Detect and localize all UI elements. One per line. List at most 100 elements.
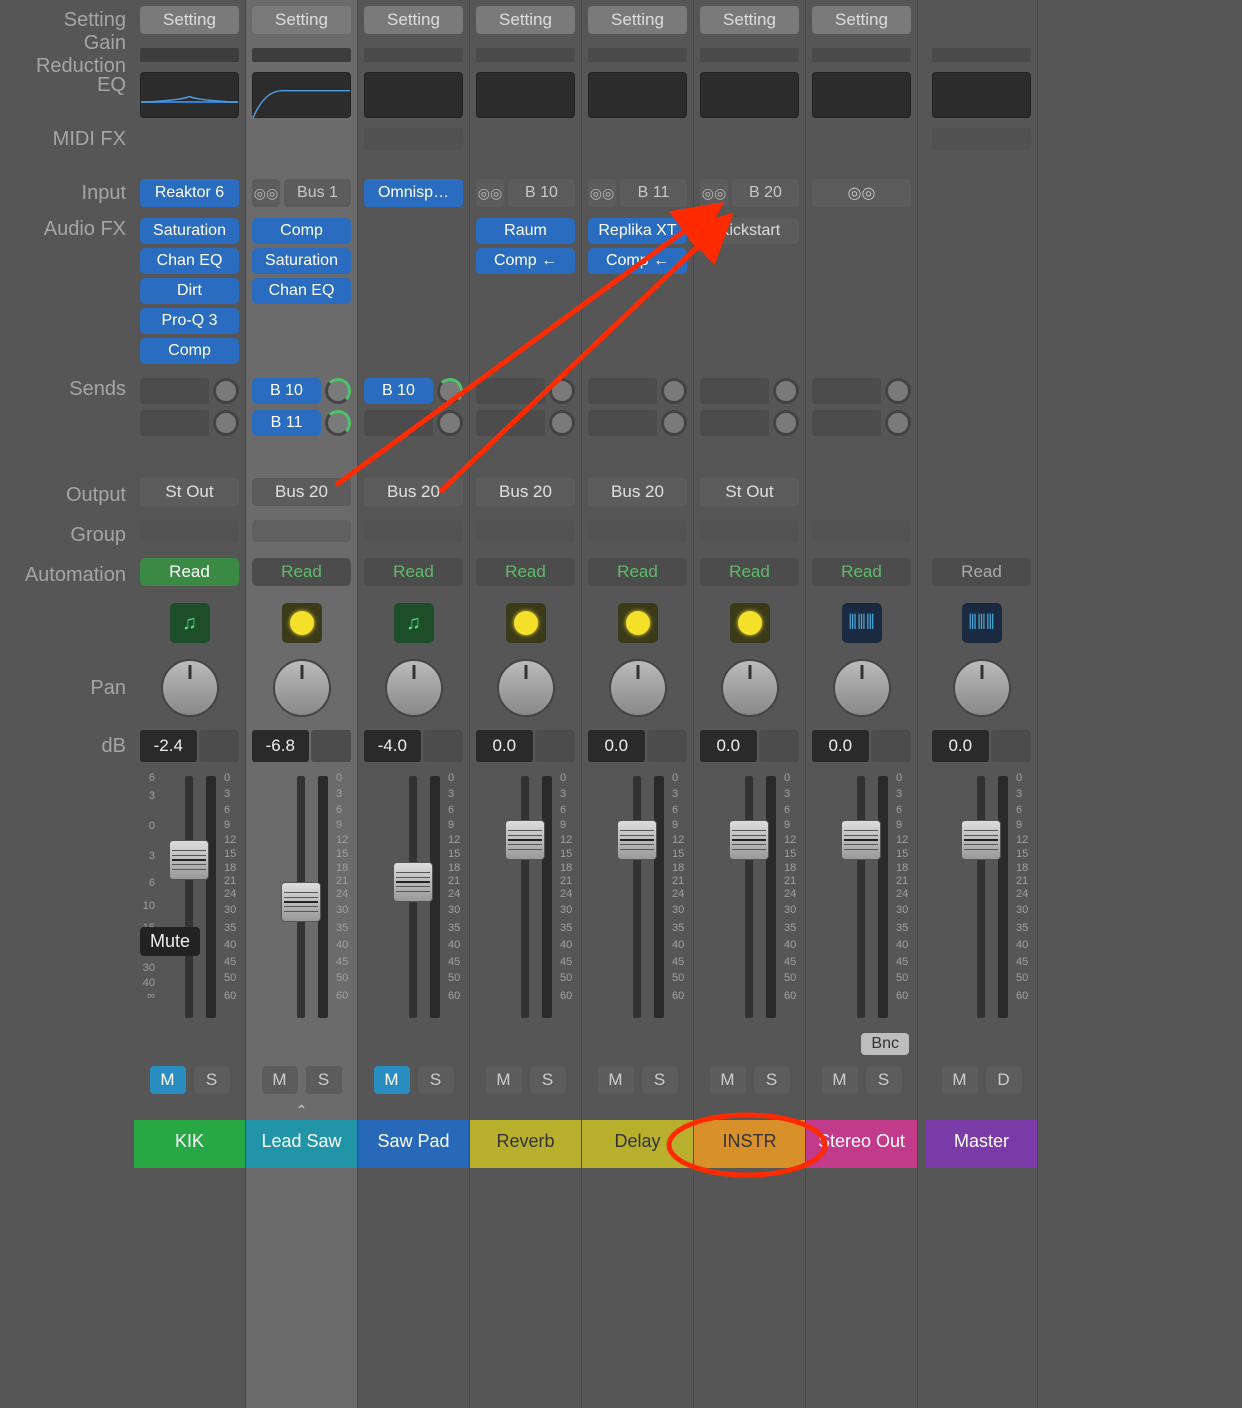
- output-slot[interactable]: Bus 20: [588, 478, 687, 506]
- aux-icon[interactable]: [618, 603, 658, 643]
- output-slot[interactable]: St Out: [140, 478, 239, 506]
- automation-mode-button[interactable]: Read: [932, 558, 1031, 586]
- group-slot[interactable]: [140, 520, 239, 542]
- pan-knob[interactable]: [273, 659, 331, 717]
- fader-cap[interactable]: [169, 840, 209, 880]
- pan-knob[interactable]: [953, 659, 1011, 717]
- send-slot-empty[interactable]: [700, 378, 769, 404]
- chevron-up-icon[interactable]: ⌃: [296, 1102, 308, 1119]
- pan-knob[interactable]: [721, 659, 779, 717]
- solo-button[interactable]: S: [530, 1066, 566, 1094]
- audio-fx-plugin[interactable]: Comp: [252, 218, 351, 244]
- audio-fx-plugin[interactable]: Saturation: [140, 218, 239, 244]
- solo-button[interactable]: S: [418, 1066, 454, 1094]
- audio-fx-plugin[interactable]: Raum: [476, 218, 575, 244]
- db-value[interactable]: -4.0: [364, 730, 421, 762]
- fader-track[interactable]: [977, 776, 985, 1018]
- send-level-knob[interactable]: [325, 378, 351, 404]
- fader-cap[interactable]: [961, 820, 1001, 860]
- solo-button[interactable]: S: [642, 1066, 678, 1094]
- eq-thumbnail[interactable]: [588, 72, 687, 118]
- eq-thumbnail[interactable]: [700, 72, 799, 118]
- track-name[interactable]: Reverb: [470, 1120, 581, 1162]
- automation-mode-button[interactable]: Read: [588, 558, 687, 586]
- fader-track[interactable]: [857, 776, 865, 1018]
- track-name[interactable]: Delay: [582, 1120, 693, 1162]
- send-level-knob[interactable]: [661, 378, 687, 404]
- group-slot[interactable]: [364, 520, 463, 542]
- input-slot[interactable]: B 11: [620, 179, 687, 207]
- fader-track[interactable]: [633, 776, 641, 1018]
- setting-button[interactable]: Setting: [700, 6, 799, 34]
- fader-track[interactable]: [745, 776, 753, 1018]
- automation-mode-button[interactable]: Read: [476, 558, 575, 586]
- aux-icon[interactable]: [282, 603, 322, 643]
- group-slot[interactable]: [588, 520, 687, 542]
- send-level-knob[interactable]: [885, 378, 911, 404]
- mute-button[interactable]: M: [710, 1066, 746, 1094]
- audio-fx-plugin[interactable]: Comp ←: [588, 248, 687, 274]
- midi-fx-slot[interactable]: [932, 128, 1031, 150]
- output-slot[interactable]: St Out: [700, 478, 799, 506]
- input-slot[interactable]: ◎◎: [812, 179, 911, 207]
- pan-knob[interactable]: [385, 659, 443, 717]
- solo-button[interactable]: S: [194, 1066, 230, 1094]
- audio-fx-plugin[interactable]: Comp: [140, 338, 239, 364]
- send-level-knob[interactable]: [549, 410, 575, 436]
- audio-fx-plugin[interactable]: Kickstart: [700, 218, 799, 244]
- send-level-knob[interactable]: [437, 410, 463, 436]
- send-slot-empty[interactable]: [140, 378, 209, 404]
- group-slot[interactable]: [252, 520, 351, 542]
- send-level-knob[interactable]: [549, 378, 575, 404]
- db-value[interactable]: 0.0: [812, 730, 869, 762]
- output-icon[interactable]: ⦀⦀⦀: [962, 603, 1002, 643]
- input-slot[interactable]: Reaktor 6: [140, 179, 239, 207]
- eq-thumbnail[interactable]: [476, 72, 575, 118]
- send-level-knob[interactable]: [773, 378, 799, 404]
- pan-knob[interactable]: [497, 659, 555, 717]
- send-slot-empty[interactable]: [700, 410, 769, 436]
- solo-button[interactable]: S: [866, 1066, 902, 1094]
- send-level-knob[interactable]: [661, 410, 687, 436]
- db-value[interactable]: -2.4: [140, 730, 197, 762]
- peak-indicator[interactable]: [311, 730, 351, 762]
- fader-track[interactable]: [521, 776, 529, 1018]
- fader-cap[interactable]: [617, 820, 657, 860]
- output-icon[interactable]: ⦀⦀⦀: [842, 603, 882, 643]
- automation-mode-button[interactable]: Read: [812, 558, 911, 586]
- mute-button[interactable]: M: [374, 1066, 410, 1094]
- output-slot[interactable]: Bus 20: [364, 478, 463, 506]
- eq-thumbnail[interactable]: [140, 72, 239, 118]
- group-slot[interactable]: [812, 520, 911, 542]
- send-slot-empty[interactable]: [140, 410, 209, 436]
- audio-fx-plugin[interactable]: Replika XT: [588, 218, 687, 244]
- send-level-knob[interactable]: [213, 410, 239, 436]
- track-name[interactable]: Stereo Out: [806, 1120, 917, 1162]
- db-value[interactable]: 0.0: [476, 730, 533, 762]
- peak-indicator[interactable]: [871, 730, 911, 762]
- mute-button[interactable]: M: [822, 1066, 858, 1094]
- track-name[interactable]: Master: [926, 1120, 1037, 1162]
- send-slot-empty[interactable]: [588, 410, 657, 436]
- send-slot-empty[interactable]: [476, 378, 545, 404]
- db-value[interactable]: 0.0: [588, 730, 645, 762]
- pan-knob[interactable]: [833, 659, 891, 717]
- bounce-button[interactable]: Bnc: [861, 1033, 909, 1055]
- fader-cap[interactable]: [393, 862, 433, 902]
- input-slot[interactable]: B 20: [732, 179, 799, 207]
- mute-button[interactable]: M: [942, 1066, 978, 1094]
- output-slot[interactable]: Bus 20: [252, 478, 351, 506]
- send-level-knob[interactable]: [213, 378, 239, 404]
- solo-button[interactable]: S: [754, 1066, 790, 1094]
- audio-fx-plugin[interactable]: Comp ←: [476, 248, 575, 274]
- send-slot-empty[interactable]: [588, 378, 657, 404]
- eq-thumbnail[interactable]: [932, 72, 1031, 118]
- peak-indicator[interactable]: [759, 730, 799, 762]
- setting-button[interactable]: Setting: [364, 6, 463, 34]
- solo-button[interactable]: S: [306, 1066, 342, 1094]
- send-level-knob[interactable]: [437, 378, 463, 404]
- audio-fx-plugin[interactable]: Pro-Q 3: [140, 308, 239, 334]
- output-slot[interactable]: Bus 20: [476, 478, 575, 506]
- send-level-knob[interactable]: [885, 410, 911, 436]
- eq-thumbnail[interactable]: [364, 72, 463, 118]
